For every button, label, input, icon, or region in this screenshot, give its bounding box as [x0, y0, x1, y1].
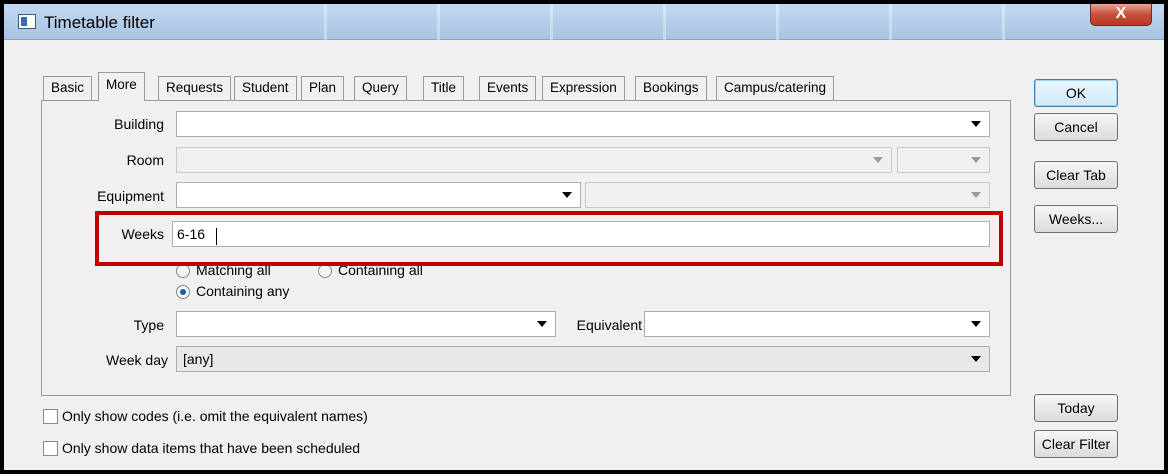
chevron-down-icon	[562, 192, 572, 198]
cancel-button[interactable]: Cancel	[1034, 113, 1118, 141]
tab-expression[interactable]: Expression	[542, 76, 625, 100]
tab-basic[interactable]: Basic	[43, 76, 93, 100]
clear-filter-button[interactable]: Clear Filter	[1034, 430, 1118, 458]
containing-all-label: Containing all	[338, 262, 423, 278]
only-codes-label: Only show codes (i.e. omit the equivalen…	[62, 408, 368, 424]
today-button[interactable]: Today	[1034, 394, 1118, 422]
matching-all-label: Matching all	[196, 262, 271, 278]
type-label: Type	[133, 317, 164, 333]
text-caret	[216, 228, 217, 245]
equipment-dropdown[interactable]	[176, 182, 581, 208]
title-bar[interactable]: Timetable filter X	[4, 4, 1164, 40]
containing-any-label: Containing any	[196, 283, 290, 299]
only-scheduled-label: Only show data items that have been sche…	[62, 440, 361, 456]
week-day-dropdown[interactable]: [any]	[176, 346, 990, 372]
chevron-down-icon	[873, 157, 883, 163]
tab-campus-catering[interactable]: Campus/catering	[716, 76, 835, 100]
matching-all-radio[interactable]	[176, 264, 190, 278]
chevron-down-icon	[971, 321, 981, 327]
room-label: Room	[126, 152, 164, 168]
chevron-down-icon	[971, 157, 981, 163]
only-scheduled-checkbox[interactable]	[43, 441, 58, 456]
building-label: Building	[114, 116, 164, 132]
equipment-label: Equipment	[97, 188, 164, 204]
weeks-button[interactable]: Weeks...	[1034, 205, 1118, 233]
tab-title[interactable]: Title	[423, 76, 465, 100]
weeks-value: 6-16	[177, 226, 206, 242]
chevron-down-icon	[971, 192, 981, 198]
tab-student[interactable]: Student	[234, 76, 297, 100]
week-day-value: [any]	[183, 351, 214, 367]
window-app-icon	[18, 14, 36, 29]
tab-bookings[interactable]: Bookings	[635, 76, 707, 100]
only-codes-checkbox[interactable]	[43, 409, 58, 424]
week-day-label: Week day	[106, 352, 168, 368]
equivalent-label: Equivalent	[576, 317, 642, 333]
equipment-secondary-dropdown[interactable]	[585, 182, 990, 208]
containing-all-radio[interactable]	[318, 264, 332, 278]
type-dropdown[interactable]	[176, 311, 556, 337]
tab-plan[interactable]: Plan	[301, 76, 345, 100]
chevron-down-icon	[971, 121, 981, 127]
chevron-down-icon	[971, 356, 981, 362]
tab-query[interactable]: Query	[354, 76, 407, 100]
window-title: Timetable filter	[44, 13, 155, 32]
weeks-label: Weeks	[121, 226, 164, 242]
timetable-filter-window: Timetable filter X Basic More Requests S…	[0, 0, 1168, 474]
clear-tab-button[interactable]: Clear Tab	[1034, 161, 1118, 189]
tab-requests[interactable]: Requests	[158, 76, 232, 100]
weeks-input[interactable]: 6-16	[172, 221, 990, 247]
room-secondary-dropdown[interactable]	[897, 147, 990, 173]
equivalent-dropdown[interactable]	[644, 311, 990, 337]
tab-more[interactable]: More	[98, 72, 145, 101]
room-dropdown[interactable]	[176, 147, 892, 173]
building-dropdown[interactable]	[176, 111, 990, 137]
close-button[interactable]: X	[1090, 4, 1152, 26]
title-bar-glass	[214, 4, 1094, 40]
ok-button[interactable]: OK	[1034, 79, 1118, 107]
tab-events[interactable]: Events	[479, 76, 537, 100]
containing-any-radio[interactable]	[176, 285, 190, 299]
